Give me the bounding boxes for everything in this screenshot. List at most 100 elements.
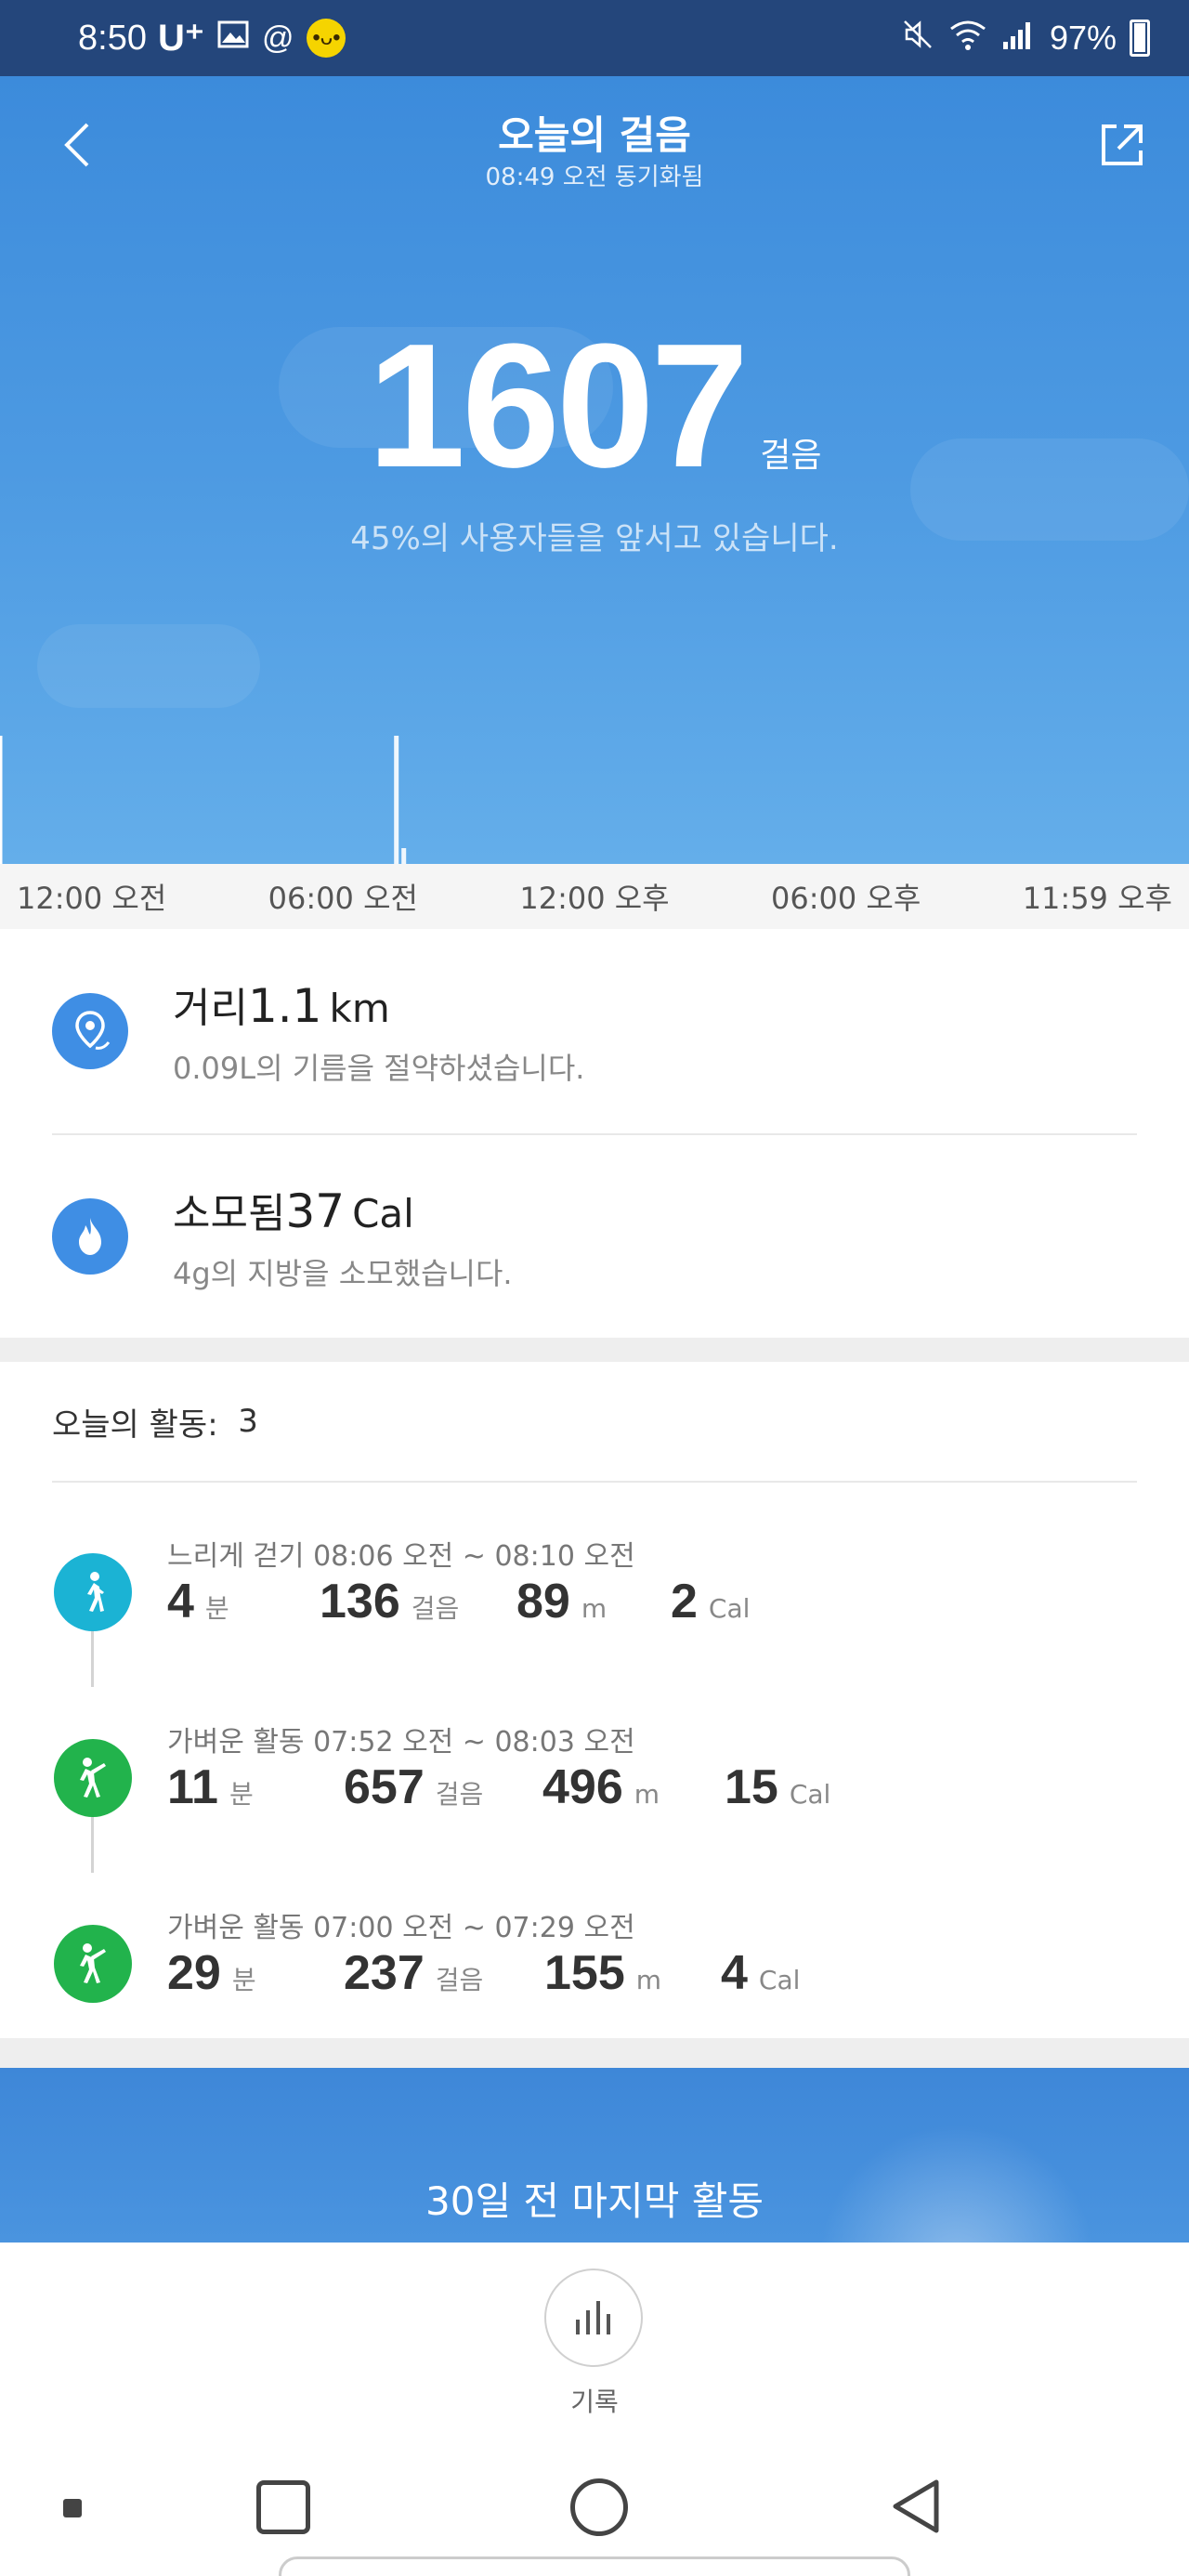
activity-item[interactable]: 가벼운 활동 07:00 오전 ~ 07:29 오전 29 분 237 걸음 155… <box>0 1904 1189 2053</box>
activity-calories: 2 Cal <box>671 1574 750 1629</box>
rank-text: 45%의 사용자들을 앞서고 있습니다. <box>350 520 839 557</box>
signal-icon <box>1001 18 1037 59</box>
meters-value: 496 <box>542 1760 623 1814</box>
activities-title-label: 오늘의 활동: <box>52 1406 218 1444</box>
activity-metrics: 29 분 237 걸음 155 m 4 Cal <box>167 1945 1096 2010</box>
steps-count: 1607 <box>367 307 750 504</box>
activity-distance: 89 m <box>516 1574 607 1629</box>
location-pin-icon <box>52 993 128 1069</box>
activity-steps: 657 걸음 <box>344 1759 483 1815</box>
activity-item[interactable]: 느리게 걷기 08:06 오전 ~ 08:10 오전 4분 136 걸음 89 m … <box>0 1533 1189 1681</box>
activity-distance: 496 m <box>542 1759 660 1815</box>
distance-sub: 0.09L의 기름을 절약하셨습니다. <box>173 1051 585 1086</box>
activities-count: 3 <box>238 1403 258 1440</box>
hourly-steps-chart <box>0 736 407 864</box>
calories-value: 37 <box>285 1184 346 1238</box>
activity-duration: 11 분 <box>167 1759 254 1815</box>
activity-calories: 4 Cal <box>721 1945 800 2001</box>
cal-value: 15 <box>725 1760 778 1814</box>
x-tick-label: 06:00 오후 <box>771 881 921 916</box>
activity-duration: 29 분 <box>167 1945 256 2001</box>
activities-section: 오늘의 활동: 3 느리게 걷기 08:06 오전 ~ 08:10 오전 4분 … <box>0 1362 1189 2038</box>
battery-percent: 97% <box>1049 19 1117 57</box>
distance-main: 거리1.1 km <box>173 974 584 1034</box>
sync-status: 08:49 오전 동기화됨 <box>485 163 704 191</box>
bottom-action-bar: 기록 <box>0 2243 1189 2456</box>
status-right: 97% <box>901 18 1150 59</box>
home-button[interactable] <box>570 2478 628 2536</box>
gallery-icon <box>217 20 249 57</box>
activity-metrics: 4분 136 걸음 89 m 2 Cal <box>167 1574 1096 1639</box>
steps-hero: 오늘의 걸음 08:49 오전 동기화됨 1607 걸음 45%의 사용자들을 앞… <box>0 76 1189 864</box>
x-tick-label: 12:00 오후 <box>519 881 670 916</box>
activities-title: 오늘의 활동: 3 <box>52 1362 1137 1483</box>
duration-value: 4 <box>167 1575 194 1628</box>
x-tick-label: 06:00 오전 <box>268 881 418 916</box>
at-icon: @ <box>261 20 294 56</box>
calories-sub: 4g의 지방을 소모했습니다. <box>173 1256 513 1291</box>
steps-value: 657 <box>344 1760 425 1814</box>
duration-unit: 분 <box>231 1965 256 1995</box>
share-button[interactable] <box>1096 119 1148 171</box>
activity-calories: 15 Cal <box>725 1759 830 1815</box>
activity-duration: 4분 <box>167 1574 229 1629</box>
meters-value: 89 <box>516 1575 570 1628</box>
system-nav-bar <box>0 2456 1189 2576</box>
distance-text: 거리1.1 km 0.09L의 기름을 절약하셨습니다. <box>173 974 584 1088</box>
banner-text: 30일 전 마지막 활동 <box>425 2178 764 2224</box>
notification-emoji-icon: •ᴗ• <box>307 19 346 58</box>
meters-unit: m <box>581 1593 608 1624</box>
last-30-days-banner[interactable]: 30일 전 마지막 활동 <box>0 2068 1189 2243</box>
distance-unit: km <box>329 986 390 1031</box>
recent-apps-button[interactable] <box>256 2480 310 2534</box>
calories-unit: Cal <box>352 1191 414 1236</box>
wifi-icon <box>947 18 988 59</box>
activity-icon <box>54 1925 132 2003</box>
section-divider <box>0 2038 1189 2068</box>
steps-unit: 걸음 <box>435 1965 484 1995</box>
cal-value: 2 <box>671 1575 698 1628</box>
chart-time-axis: 12:00 오전 06:00 오전 12:00 오후 06:00 오후 11:5… <box>0 864 1189 929</box>
activity-metrics: 11 분 657 걸음 496 m 15 Cal <box>167 1759 1096 1824</box>
cal-unit: Cal <box>789 1779 831 1810</box>
cal-unit: Cal <box>758 1965 801 1995</box>
activity-steps: 237 걸음 <box>344 1945 483 2001</box>
status-time: 8:50 <box>78 18 147 58</box>
meters-unit: m <box>634 1779 660 1810</box>
calories-stat: 소모됨37 Cal 4g의 지방을 소모했습니다. <box>52 1133 1137 1338</box>
carrier-label: U⁺ <box>157 18 204 59</box>
duration-unit: 분 <box>229 1779 254 1810</box>
stats-section: 거리1.1 km 0.09L의 기름을 절약하셨습니다. 소모됨37 Cal 4g의… <box>0 929 1189 1338</box>
steps-summary: 1607 걸음 <box>0 318 1189 494</box>
activity-icon <box>54 1739 132 1817</box>
duration-unit: 분 <box>204 1593 229 1624</box>
mute-icon <box>901 18 934 59</box>
meters-unit: m <box>635 1965 662 1995</box>
meters-value: 155 <box>544 1946 625 2000</box>
x-tick-label: 12:00 오전 <box>17 881 167 916</box>
history-label: 기록 <box>570 2386 619 2417</box>
back-nav-button[interactable] <box>888 2477 944 2536</box>
distance-label: 거리 <box>173 985 248 1032</box>
cal-unit: Cal <box>708 1593 751 1624</box>
cal-value: 4 <box>721 1946 748 2000</box>
bar-chart-icon <box>576 2301 610 2334</box>
status-bar: 8:50 U⁺ @ •ᴗ• 97% <box>0 0 1189 76</box>
activity-item[interactable]: 가벼운 활동 07:52 오전 ~ 08:03 오전 11 분 657 걸음 496… <box>0 1719 1189 1867</box>
activity-distance: 155 m <box>544 1945 661 2001</box>
chart-bar <box>401 848 407 864</box>
battery-icon <box>1130 20 1150 57</box>
history-button[interactable] <box>544 2269 643 2367</box>
steps-unit: 걸음 <box>411 1593 460 1624</box>
distance-stat: 거리1.1 km 0.09L의 기름을 절약하셨습니다. <box>52 929 1137 1133</box>
distance-value: 1.1 <box>247 979 322 1033</box>
nav-dot-icon[interactable] <box>63 2499 82 2517</box>
calories-text: 소모됨37 Cal 4g의 지방을 소모했습니다. <box>173 1180 513 1293</box>
activity-header: 느리게 걷기 08:06 오전 ~ 08:10 오전 <box>167 1540 635 1573</box>
steps-unit: 걸음 <box>435 1779 484 1810</box>
activity-header: 가벼운 활동 07:00 오전 ~ 07:29 오전 <box>167 1912 635 1944</box>
calories-main: 소모됨37 Cal <box>173 1180 513 1239</box>
activity-header: 가벼운 활동 07:52 오전 ~ 08:03 오전 <box>167 1726 635 1759</box>
walk-icon <box>54 1553 132 1631</box>
activity-steps: 136 걸음 <box>320 1574 459 1629</box>
